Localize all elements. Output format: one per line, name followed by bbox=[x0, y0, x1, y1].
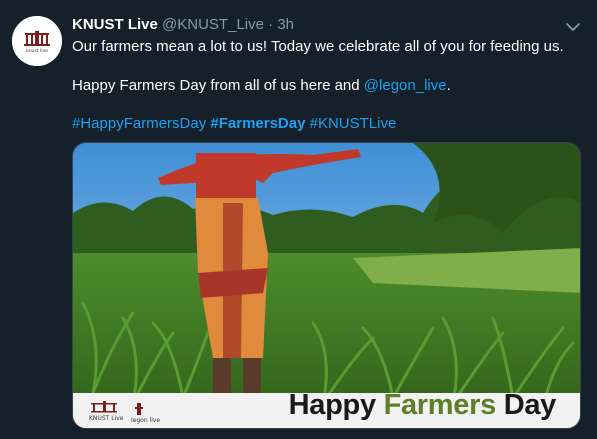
banner-word-happy: Happy bbox=[288, 389, 376, 421]
farmer-photo bbox=[73, 143, 580, 428]
knust-live-logo-icon: knust live bbox=[12, 16, 62, 66]
tweet-text-line2: Happy Farmers Day from all of us here an… bbox=[72, 76, 451, 96]
tweet[interactable]: knust live KNUST Live @KNUST_Live · 3h O… bbox=[0, 0, 597, 439]
banner-title: Happy Farmers Day bbox=[288, 389, 557, 422]
mention-link[interactable]: @legon_live bbox=[364, 77, 447, 94]
banner-word-farmers: Farmers bbox=[383, 389, 497, 421]
hashtag-line: #HappyFarmersDay #FarmersDay #KNUSTLive bbox=[72, 114, 396, 134]
banner-logo-knust-label: KNUST Live bbox=[89, 415, 124, 422]
legon-logo-icon bbox=[135, 403, 143, 415]
banner-logo-legon-label: legon live bbox=[131, 417, 161, 424]
line2-prefix: Happy Farmers Day from all of us here an… bbox=[72, 77, 364, 94]
tweet-text-line1: Our farmers mean a lot to us! Today we c… bbox=[72, 38, 564, 55]
line2-suffix: . bbox=[446, 77, 451, 94]
hashtag-link[interactable]: #HappyFarmersDay bbox=[72, 115, 206, 132]
author-handle[interactable]: @KNUST_Live bbox=[162, 16, 264, 33]
author-name[interactable]: KNUST Live bbox=[72, 16, 158, 33]
banner-logo-legon: legon live bbox=[131, 401, 160, 424]
chevron-down-icon[interactable] bbox=[563, 17, 583, 37]
separator-dot: · bbox=[268, 16, 274, 33]
hashtag-link[interactable]: #KNUSTLive bbox=[310, 115, 397, 132]
avatar[interactable]: knust live bbox=[12, 16, 62, 66]
tweet-time[interactable]: 3h bbox=[277, 16, 294, 33]
hashtag-link[interactable]: #FarmersDay bbox=[210, 115, 305, 132]
banner-logo-knust: KNUST Live bbox=[89, 401, 123, 422]
avatar-label: knust live bbox=[26, 48, 48, 54]
tweet-media-image[interactable]: KNUST Live legon live Happy Farmers Day bbox=[72, 142, 581, 429]
tweet-header: KNUST Live @KNUST_Live · 3h bbox=[72, 15, 294, 35]
banner-word-day: Day bbox=[503, 389, 557, 421]
knust-logo-icon bbox=[91, 401, 117, 413]
